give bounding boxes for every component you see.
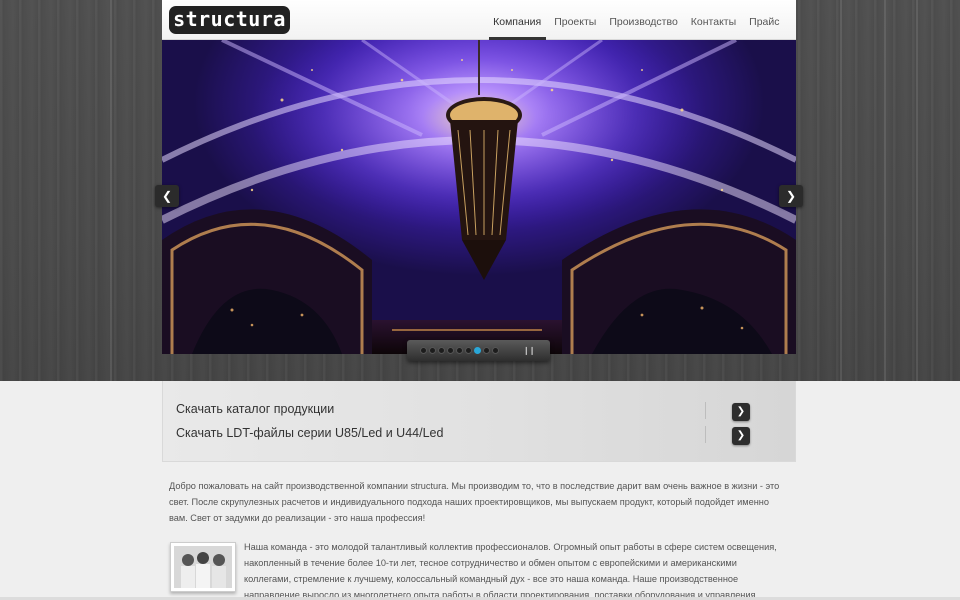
nav-item-production[interactable]: Производство [603, 0, 684, 40]
slider-dot[interactable] [483, 347, 490, 354]
chevron-right-icon: ❯ [785, 189, 797, 203]
team-photo [170, 542, 236, 592]
slider-dot-active[interactable] [474, 347, 481, 354]
download-catalog-link[interactable]: Скачать каталог продукции [176, 402, 334, 416]
chevron-right-icon: ❯ [736, 430, 746, 441]
slider-dot[interactable] [429, 347, 436, 354]
logo[interactable]: structura [169, 6, 290, 34]
download-catalog-button[interactable]: ❯ [732, 403, 750, 421]
slider-dot[interactable] [438, 347, 445, 354]
nav-item-price[interactable]: Прайс [743, 0, 786, 40]
slider-dot[interactable] [492, 347, 499, 354]
downloads-box: Скачать каталог продукции ❯ Скачать LDT-… [162, 381, 796, 462]
wood-streak [840, 0, 842, 381]
slider-prev-button[interactable]: ❮ [155, 185, 179, 207]
nav-item-company[interactable]: Компания [487, 0, 548, 40]
slider-dot[interactable] [420, 347, 427, 354]
hero-slider [162, 40, 796, 354]
chevron-left-icon: ❮ [161, 189, 173, 203]
chevron-right-icon: ❯ [736, 406, 746, 417]
wood-streak [916, 0, 918, 381]
wood-streak [884, 0, 886, 381]
nav-item-contacts[interactable]: Контакты [684, 0, 742, 40]
team-paragraph: Наша команда - это молодой талантливый к… [244, 542, 777, 600]
intro-paragraph: Добро пожаловать на сайт производственно… [169, 481, 780, 523]
team-image [174, 546, 232, 588]
nav-item-projects[interactable]: Проекты [548, 0, 603, 40]
pause-icon[interactable]: ❙❙ [523, 346, 535, 355]
slider-next-button[interactable]: ❯ [779, 185, 803, 207]
divider [705, 426, 706, 443]
slider-dot[interactable] [456, 347, 463, 354]
download-ldt-link[interactable]: Скачать LDT-файлы серии U85/Led и U44/Le… [176, 426, 443, 440]
main-nav: Компания Проекты Производство Контакты П… [487, 0, 786, 40]
slider-dot[interactable] [447, 347, 454, 354]
site-header: structura Компания Проекты Производство … [162, 0, 796, 40]
download-ldt-button[interactable]: ❯ [732, 427, 750, 445]
divider [705, 402, 706, 419]
wood-streak [110, 0, 112, 381]
slide-image [162, 40, 796, 354]
slider-dot[interactable] [465, 347, 472, 354]
slider-pager: ❙❙ [407, 340, 550, 361]
